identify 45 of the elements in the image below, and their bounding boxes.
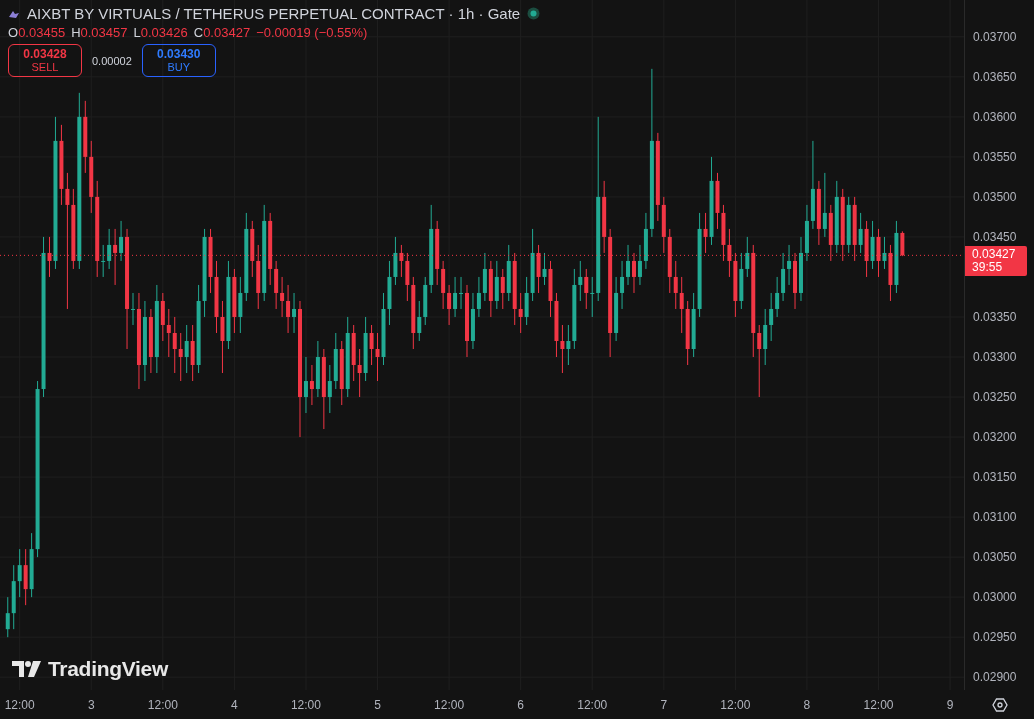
price-axis-label: 0.03550 [973, 149, 1017, 164]
settings-icon[interactable] [991, 696, 1008, 713]
time-axis-label: 12:00 [577, 698, 608, 712]
time-axis-label: 12:00 [434, 698, 465, 712]
price-axis-label: 0.03600 [973, 109, 1017, 124]
price-axis-label: 0.03100 [973, 510, 1017, 525]
ohlc-value: H0.03457 [71, 25, 128, 40]
time-axis-label: 3 [87, 698, 95, 712]
time-axis-label: 7 [660, 698, 668, 712]
symbol-title: AIXBT BY VIRTUALS / TETHERUS PERPETUAL CONTRACT · 1h · Gate [27, 5, 521, 22]
tradingview-logo-text: TradingView [48, 657, 168, 681]
time-axis-label: 12:00 [147, 698, 178, 712]
last-price-value: 0.03427 [972, 248, 1017, 262]
price-axis-label: 0.03450 [973, 229, 1017, 244]
price-axis-label: 0.03150 [973, 470, 1017, 485]
tradingview-logo-icon [12, 660, 42, 678]
price-axis-label: 0.03300 [973, 350, 1017, 364]
time-axis-label: 12:00 [290, 698, 321, 712]
price-axis-label: 0.03650 [973, 69, 1017, 84]
time-axis-label: 4 [231, 698, 238, 712]
price-axis-label: 0.02950 [973, 630, 1017, 645]
spread-value: 0.00002 [92, 54, 132, 67]
time-axis-label: 12:00 [4, 698, 35, 712]
time-axis-label: 12:00 [863, 698, 894, 712]
bar-countdown: 39:55 [972, 261, 1004, 275]
price-axis-label: 0.03700 [973, 29, 1017, 44]
ohlc-value: C0.03427 [193, 25, 251, 40]
buy-button[interactable]: 0.03430 BUY [141, 44, 216, 77]
market-status-icon [527, 7, 541, 20]
time-axis-label: 12:00 [720, 698, 751, 712]
price-axis-label: 0.03050 [973, 550, 1017, 565]
sell-button[interactable]: 0.03428 SELL [8, 44, 82, 77]
price-axis-label: 0.03250 [973, 390, 1017, 404]
price-axis-label: 0.02900 [973, 670, 1017, 685]
price-axis-label: 0.03200 [973, 430, 1017, 445]
price-axis-label: 0.03000 [973, 590, 1017, 605]
price-axis-label: 0.03350 [973, 309, 1017, 324]
price-axis-label: 0.03500 [973, 189, 1017, 204]
time-axis-label: 8 [803, 698, 811, 712]
ohlc-value: O0.03455 [8, 25, 66, 40]
time-axis-label: 5 [374, 698, 381, 712]
ohlc-value: L0.03426 [133, 25, 188, 40]
time-axis-label: 6 [517, 698, 524, 712]
price-change: −0.00019 (−0.55%) [256, 25, 368, 40]
time-axis-label: 9 [946, 698, 954, 712]
